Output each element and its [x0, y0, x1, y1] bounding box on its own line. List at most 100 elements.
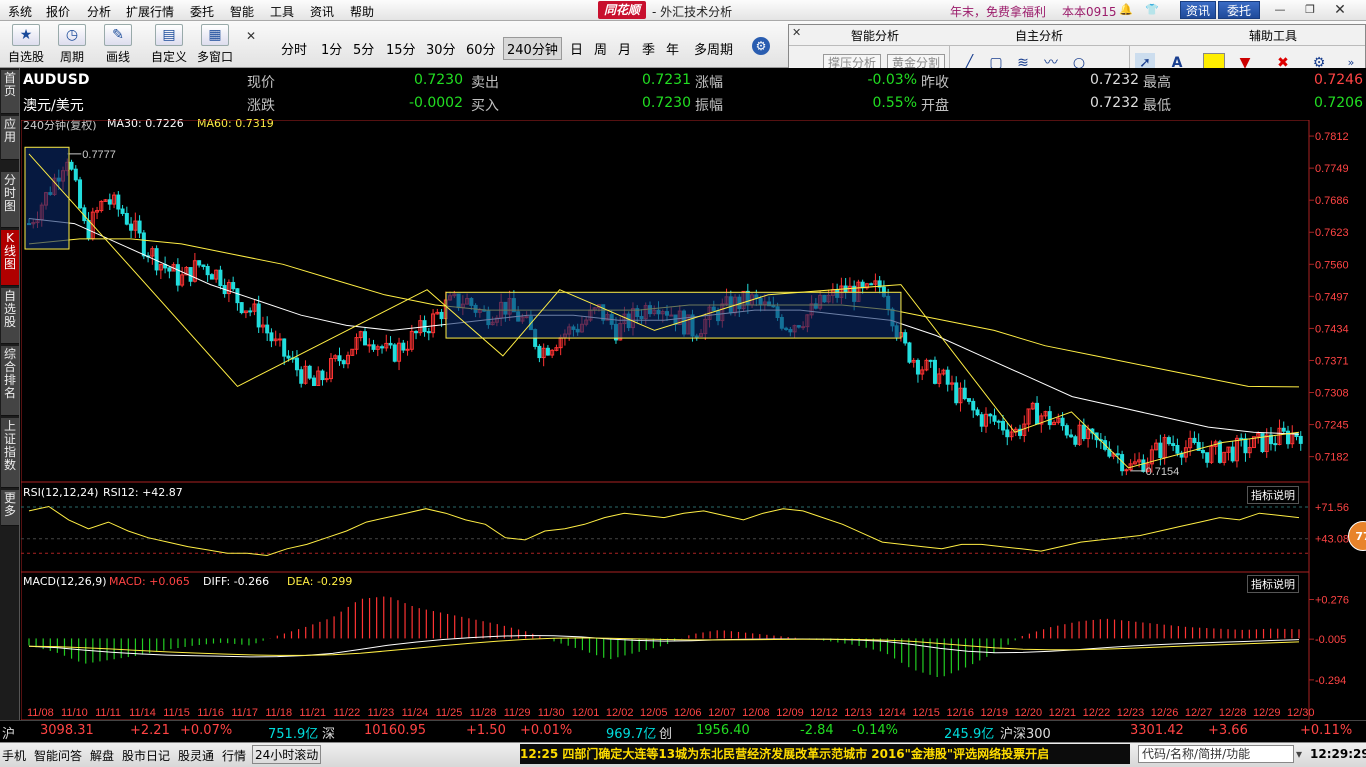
period-15min[interactable]: 15分 — [386, 39, 416, 58]
x-axis-label: 11/21 — [299, 707, 326, 719]
period-year[interactable]: 年 — [666, 39, 679, 58]
news-button[interactable]: 资讯 — [1180, 1, 1216, 19]
draw-button[interactable]: ✎ 画线 — [98, 24, 138, 65]
value-low: 0.7206 — [1314, 95, 1363, 111]
candle-body — [235, 288, 240, 304]
code-search-input[interactable]: 代码/名称/简拼/功能 — [1138, 745, 1294, 763]
user-name[interactable]: 本本0915 — [1062, 3, 1117, 20]
sidetab-shindex[interactable]: 上证指数 — [1, 418, 19, 488]
candle-body — [167, 267, 172, 272]
candle-body — [294, 357, 299, 371]
label-bid: 买入 — [471, 98, 499, 114]
bottom-tab-quotes[interactable]: 行情 — [222, 747, 246, 764]
value-high: 0.7246 — [1314, 72, 1363, 88]
sidetab-apps[interactable]: 应用 — [1, 116, 19, 160]
candle-body — [1005, 429, 1010, 438]
sidetab-ranking[interactable]: 综合排名 — [1, 346, 19, 416]
candle-body — [1158, 442, 1163, 459]
candle-body — [320, 370, 325, 381]
price-annotation-label: 0.7154 — [1146, 466, 1180, 478]
sidetab-kline[interactable]: K线图 — [1, 230, 19, 286]
period-month[interactable]: 月 — [618, 39, 631, 58]
drawn-box-1 — [24, 146, 70, 250]
menu-smart[interactable]: 智能 — [230, 3, 254, 20]
menu-system[interactable]: 系统 — [8, 3, 32, 20]
price-tick-label: 0.7623 — [1315, 227, 1349, 239]
period-5min[interactable]: 5分 — [353, 39, 374, 58]
menu-extended[interactable]: 扩展行情 — [126, 3, 174, 20]
candle-body — [1192, 437, 1197, 443]
dropdown-icon[interactable]: ▾ — [1296, 747, 1302, 761]
bell-icon[interactable]: 🔔 — [1116, 2, 1136, 18]
bottom-tab-24h[interactable]: 24小时滚动 — [252, 745, 322, 764]
bottom-bar: 手机 智能问答 解盘 股市日记 股灵通 行情 24小时滚动 12:25 四部门确… — [0, 742, 1366, 767]
candle-body — [239, 302, 244, 314]
period-30min[interactable]: 30分 — [426, 39, 456, 58]
trade-button[interactable]: 委托 — [1218, 1, 1260, 19]
candle-body — [188, 267, 193, 282]
bottom-tab-qa[interactable]: 智能问答 — [34, 747, 82, 764]
watchlist-button[interactable]: ★ 自选股 — [6, 24, 46, 65]
candle-body — [141, 232, 146, 257]
tab-smart-analysis[interactable]: 智能分析 — [851, 27, 899, 44]
period-tick[interactable]: 分时 — [281, 39, 307, 58]
news-ticker[interactable]: 12:25 四部门确定大连等13城为东北民营经济发展改革示范城市 2016"金港… — [520, 744, 1130, 764]
shirt-icon[interactable]: 👕 — [1142, 2, 1162, 18]
sidetab-home[interactable]: 首页 — [1, 70, 19, 114]
period-quarter[interactable]: 季 — [642, 39, 655, 58]
custom-button[interactable]: ▤ 自定义 — [148, 24, 190, 65]
tab-aux-tools[interactable]: 辅助工具 — [1249, 27, 1297, 44]
sidetab-timeshare[interactable]: 分时图 — [1, 172, 19, 228]
sidetab-more[interactable]: 更多 — [1, 490, 19, 526]
period-60min[interactable]: 60分 — [466, 39, 496, 58]
candle-body — [388, 342, 393, 346]
price-tick-label: 0.7749 — [1315, 163, 1349, 175]
sidetab-watchlist[interactable]: 自选股 — [1, 288, 19, 344]
value-open: 0.7232 — [1090, 95, 1139, 111]
menu-trade[interactable]: 委托 — [190, 3, 214, 20]
period-button[interactable]: ◷ 周期 — [52, 24, 92, 65]
rsi-tick-label: +43.08 — [1315, 534, 1349, 546]
candle-body — [1273, 443, 1278, 446]
menu-help[interactable]: 帮助 — [350, 3, 374, 20]
panel-close-icon[interactable]: ✕ — [792, 26, 801, 39]
value-bid: 0.7230 — [642, 95, 691, 111]
period-1min[interactable]: 1分 — [321, 39, 342, 58]
brand-logo: 同花顺 — [598, 1, 646, 19]
window-icon: ▦ — [201, 24, 229, 46]
gear-icon[interactable]: ⚙ — [752, 37, 770, 55]
menu-analysis[interactable]: 分析 — [87, 3, 111, 20]
period-multi[interactable]: 多周期 — [694, 39, 733, 58]
maximize-icon[interactable]: ❐ — [1300, 2, 1320, 18]
bottom-tab-mobile[interactable]: 手机 — [2, 747, 26, 764]
close-icon[interactable]: ✕ — [1330, 2, 1350, 18]
minimize-icon[interactable]: — — [1270, 2, 1290, 18]
menu-tools[interactable]: 工具 — [270, 3, 294, 20]
candle-body — [954, 382, 959, 404]
x-axis-label: 11/28 — [470, 707, 497, 719]
candle-body — [907, 342, 912, 363]
value-change-pct: -0.03% — [867, 72, 917, 88]
promo-link[interactable]: 年末，免费拿福利 — [950, 3, 1046, 20]
index-status-bar: 沪 3098.31 +2.21 +0.07% 751.9亿 深 10160.95… — [0, 720, 1366, 742]
tab-self-analysis[interactable]: 自主分析 — [1015, 27, 1063, 44]
menu-info[interactable]: 资讯 — [310, 3, 334, 20]
price-tick-label: 0.7497 — [1315, 291, 1349, 303]
candle-body — [537, 345, 542, 359]
sh-pct: +0.07% — [180, 723, 233, 738]
bottom-tab-diary[interactable]: 股市日记 — [122, 747, 170, 764]
period-day[interactable]: 日 — [570, 39, 583, 58]
price-tick-label: 0.7245 — [1315, 420, 1349, 432]
x-axis-label: 12/01 — [572, 707, 600, 719]
x-axis-label: 12/02 — [606, 707, 634, 719]
period-week[interactable]: 周 — [594, 39, 607, 58]
kline-chart-svg[interactable]: 0.7812 0.7749 0.7686 0.7623 0.7560 0.7497 0.74… — [21, 120, 1366, 720]
bottom-tab-linktong[interactable]: 股灵通 — [178, 747, 214, 764]
candle-body — [380, 346, 385, 349]
period-240min[interactable]: 240分钟 — [503, 37, 562, 60]
menu-quotes[interactable]: 报价 — [46, 3, 70, 20]
clock: 12:29:29 — [1310, 747, 1366, 761]
multiwindow-button[interactable]: ▦ 多窗口 — [194, 24, 236, 65]
bottom-tab-commentary[interactable]: 解盘 — [90, 747, 114, 764]
toolbar-close-icon[interactable]: ✕ — [246, 29, 256, 43]
